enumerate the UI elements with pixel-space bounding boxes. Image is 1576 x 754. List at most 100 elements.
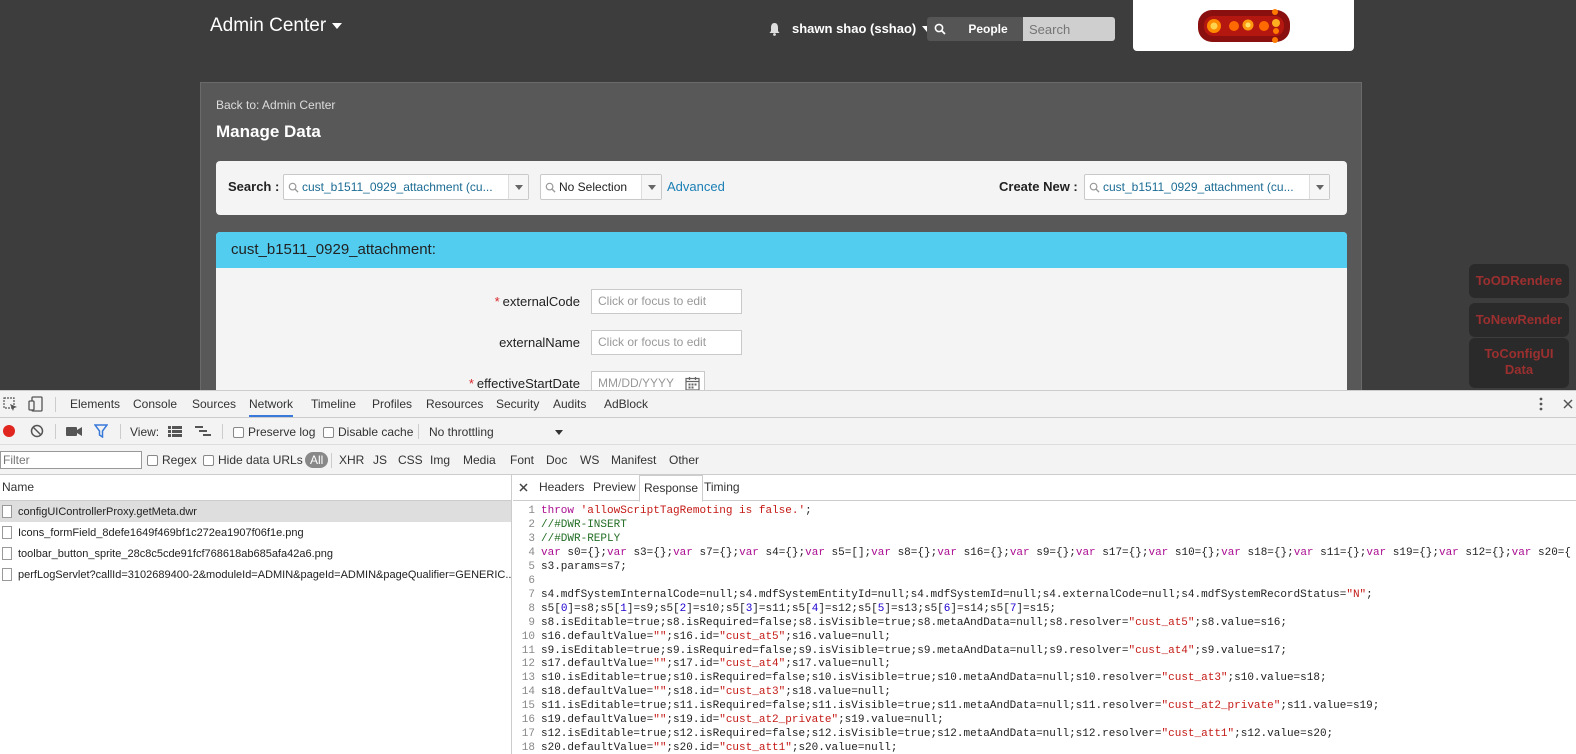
file-icon: [2, 547, 12, 560]
chevron-down-icon[interactable]: [641, 175, 661, 199]
back-to-admin-center-link[interactable]: Back to: Admin Center: [216, 98, 335, 112]
global-search-input[interactable]: [1023, 17, 1115, 41]
record-icon[interactable]: [2, 424, 16, 438]
app-title: Admin Center: [210, 15, 327, 36]
tab-elements[interactable]: Elements: [70, 397, 120, 411]
code-line: 17 s12.isEditable=true;s12.isRequired=fal…: [513, 728, 1576, 742]
close-icon[interactable]: [519, 483, 528, 492]
tab-preview[interactable]: Preview: [593, 480, 636, 494]
to-config-ui-data-button[interactable]: ToConfigUI Data: [1469, 338, 1569, 388]
filter-type-media[interactable]: Media: [463, 453, 496, 467]
tab-audits[interactable]: Audits: [553, 397, 586, 411]
preserve-log-checkbox[interactable]: Preserve log: [233, 425, 315, 439]
code-line: 2 //#DWR-INSERT: [513, 519, 1576, 533]
response-code-view[interactable]: 1 throw 'allowScriptTagRemoting is false.…: [513, 501, 1576, 754]
line-number: 4: [528, 546, 535, 559]
request-row[interactable]: toolbar_button_sprite_28c8c5cde91fcf7686…: [0, 543, 511, 564]
request-row[interactable]: Icons_formField_8defe1649f469bf1c272ea19…: [0, 522, 511, 543]
device-mode-icon[interactable]: [28, 396, 44, 412]
calendar-icon[interactable]: [685, 376, 700, 390]
regex-checkbox[interactable]: Regex: [147, 453, 197, 467]
tab-sources[interactable]: Sources: [192, 397, 236, 411]
tab-network[interactable]: Network: [249, 397, 294, 417]
line-number: 10: [521, 630, 535, 643]
code-line: 8 s5[0]=s8;s5[1]=s9;s5[2]=s10;s5[3]=s11;s…: [513, 603, 1576, 617]
user-menu[interactable]: shawn shao (sshao): [792, 21, 933, 36]
inspect-element-icon[interactable]: [3, 397, 18, 412]
request-list: Name configUIControllerProxy.getMeta.dwr…: [0, 475, 512, 754]
disable-cache-checkbox[interactable]: Disable cache: [323, 425, 413, 439]
bell-icon[interactable]: [768, 22, 781, 36]
checkbox[interactable]: [147, 454, 158, 466]
chevron-down-icon[interactable]: [508, 175, 528, 199]
chevron-down-icon[interactable]: [555, 430, 563, 435]
effective-start-date-input[interactable]: MM/DD/YYYY: [591, 371, 705, 390]
tab-resources[interactable]: Resources: [426, 397, 483, 411]
search-icon: [284, 182, 302, 193]
code-text: throw 'allowScriptTagRemoting is false.'…: [541, 505, 812, 517]
tab-profiles[interactable]: Profiles: [372, 397, 412, 411]
field-external-code: * externalCode Click or focus to edit: [216, 289, 816, 315]
checkbox[interactable]: [323, 426, 334, 438]
code-line: 11 s9.isEditable=true;s9.isRequired=false…: [513, 645, 1576, 659]
more-options-icon[interactable]: [1538, 397, 1544, 411]
chevron-down-icon[interactable]: [1309, 175, 1329, 199]
tab-response[interactable]: Response: [639, 475, 704, 502]
tab-headers[interactable]: Headers: [539, 480, 584, 494]
code-line: 13 s10.isEditable=true;s10.isRequired=fal…: [513, 672, 1576, 686]
close-icon[interactable]: [1562, 398, 1574, 410]
filter-type-all[interactable]: All: [305, 452, 329, 468]
column-header-name[interactable]: Name: [0, 475, 511, 501]
filter-type-ws[interactable]: WS: [580, 453, 599, 467]
record-selection-combo[interactable]: No Selection: [540, 174, 662, 200]
filter-type-other[interactable]: Other: [669, 453, 699, 467]
admin-center-menu[interactable]: Admin Center: [210, 15, 343, 37]
throttling-value: No throttling: [429, 425, 494, 439]
field-label: externalCode: [502, 294, 580, 309]
filter-icon[interactable]: [94, 424, 108, 438]
list-view-icon[interactable]: [168, 426, 182, 437]
line-number: 13: [521, 672, 535, 685]
filter-type-doc[interactable]: Doc: [546, 453, 567, 467]
to-new-renderer-button[interactable]: ToNewRender: [1469, 303, 1569, 337]
manage-data-panel: Back to: Admin Center Manage Data Search…: [200, 82, 1362, 390]
filter-type-font[interactable]: Font: [510, 453, 534, 467]
search-icon[interactable]: [927, 17, 953, 41]
capture-screenshots-icon[interactable]: [66, 425, 82, 437]
hide-data-urls-checkbox[interactable]: Hide data URLs: [203, 453, 303, 467]
tab-timing[interactable]: Timing: [704, 480, 740, 494]
filter-type-manifest[interactable]: Manifest: [611, 453, 656, 467]
search-bar: Search : cust_b1511_0929_attachment (cu.…: [216, 161, 1347, 215]
create-new-combo[interactable]: cust_b1511_0929_attachment (cu...: [1084, 174, 1330, 200]
filter-type-xhr[interactable]: XHR: [339, 453, 364, 467]
line-number: 12: [521, 658, 535, 671]
code-line: 7 s4.mdfSystemInternalCode=null;s4.mdfSys…: [513, 589, 1576, 603]
advanced-search-link[interactable]: Advanced: [667, 179, 725, 194]
network-toolbar: View: Preserve log Disable cache No thro…: [0, 418, 1576, 445]
filter-type-css[interactable]: CSS: [398, 453, 423, 467]
external-code-input[interactable]: Click or focus to edit: [591, 289, 742, 314]
tab-security[interactable]: Security: [496, 397, 539, 411]
tab-timeline[interactable]: Timeline: [311, 397, 356, 411]
external-name-input[interactable]: Click or focus to edit: [591, 330, 742, 355]
checkbox[interactable]: [203, 454, 214, 466]
file-icon: [2, 526, 12, 539]
throttling-select[interactable]: No throttling: [429, 425, 494, 439]
filter-type-img[interactable]: Img: [430, 453, 450, 467]
checkbox[interactable]: [233, 426, 244, 438]
request-row[interactable]: perfLogServlet?callId=3102689400-2&modul…: [0, 564, 511, 585]
code-text: var s0={};var s3={};var s7={};var s4={};…: [541, 546, 1572, 559]
date-placeholder: MM/DD/YYYY: [598, 376, 675, 390]
to-od-renderer-button[interactable]: ToODRendere: [1469, 264, 1569, 298]
filter-type-js[interactable]: JS: [373, 453, 387, 467]
code-line: 18 s20.defaultValue="";s20.id="cust_att1"…: [513, 742, 1576, 754]
line-number: 15: [521, 700, 535, 713]
filter-input[interactable]: [0, 451, 142, 469]
request-row[interactable]: configUIControllerProxy.getMeta.dwr: [0, 501, 511, 522]
people-scope-button[interactable]: People: [953, 17, 1023, 41]
object-search-combo[interactable]: cust_b1511_0929_attachment (cu...: [283, 174, 529, 200]
clear-icon[interactable]: [30, 424, 44, 438]
tab-adblock[interactable]: AdBlock: [604, 397, 648, 411]
waterfall-view-icon[interactable]: [195, 426, 211, 437]
tab-console[interactable]: Console: [133, 397, 177, 411]
